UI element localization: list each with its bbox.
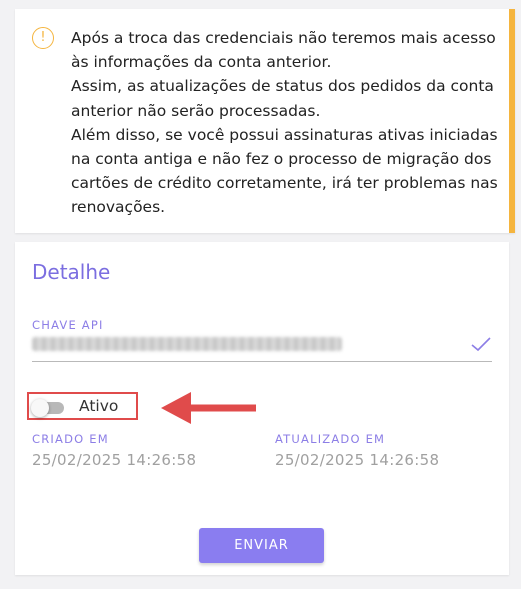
submit-button[interactable]: ENVIAR [199, 528, 324, 563]
warning-alert-card: ! Após a troca das credenciais não terem… [15, 9, 515, 233]
updated-value: 25/02/2025 14:26:58 [275, 451, 440, 469]
left-arrow-icon [161, 392, 256, 424]
detail-card: Detalhe CHAVE API Ativo CRIADO EM 25/02/… [15, 242, 509, 575]
updated-label: ATUALIZADO EM [275, 432, 386, 446]
toggle-highlight-box: Ativo [27, 392, 138, 420]
active-toggle-label: Ativo [79, 397, 119, 415]
active-toggle-knob[interactable] [31, 399, 49, 417]
input-underline [32, 361, 492, 362]
warning-line: Assim, as atualizações de status dos ped… [71, 77, 494, 120]
warning-message: Após a troca das credenciais não teremos… [71, 26, 499, 220]
created-value: 25/02/2025 14:26:58 [32, 451, 197, 469]
section-title: Detalhe [32, 260, 111, 284]
checkmark-icon [471, 337, 491, 352]
api-key-label: CHAVE API [32, 318, 104, 332]
exclamation-circle-icon: ! [32, 27, 54, 49]
warning-line: Após a troca das credenciais não teremos… [71, 29, 496, 72]
created-label: CRIADO EM [32, 432, 109, 446]
warning-line: Além disso, se você possui assinaturas a… [71, 125, 498, 217]
api-key-input[interactable] [32, 337, 342, 351]
